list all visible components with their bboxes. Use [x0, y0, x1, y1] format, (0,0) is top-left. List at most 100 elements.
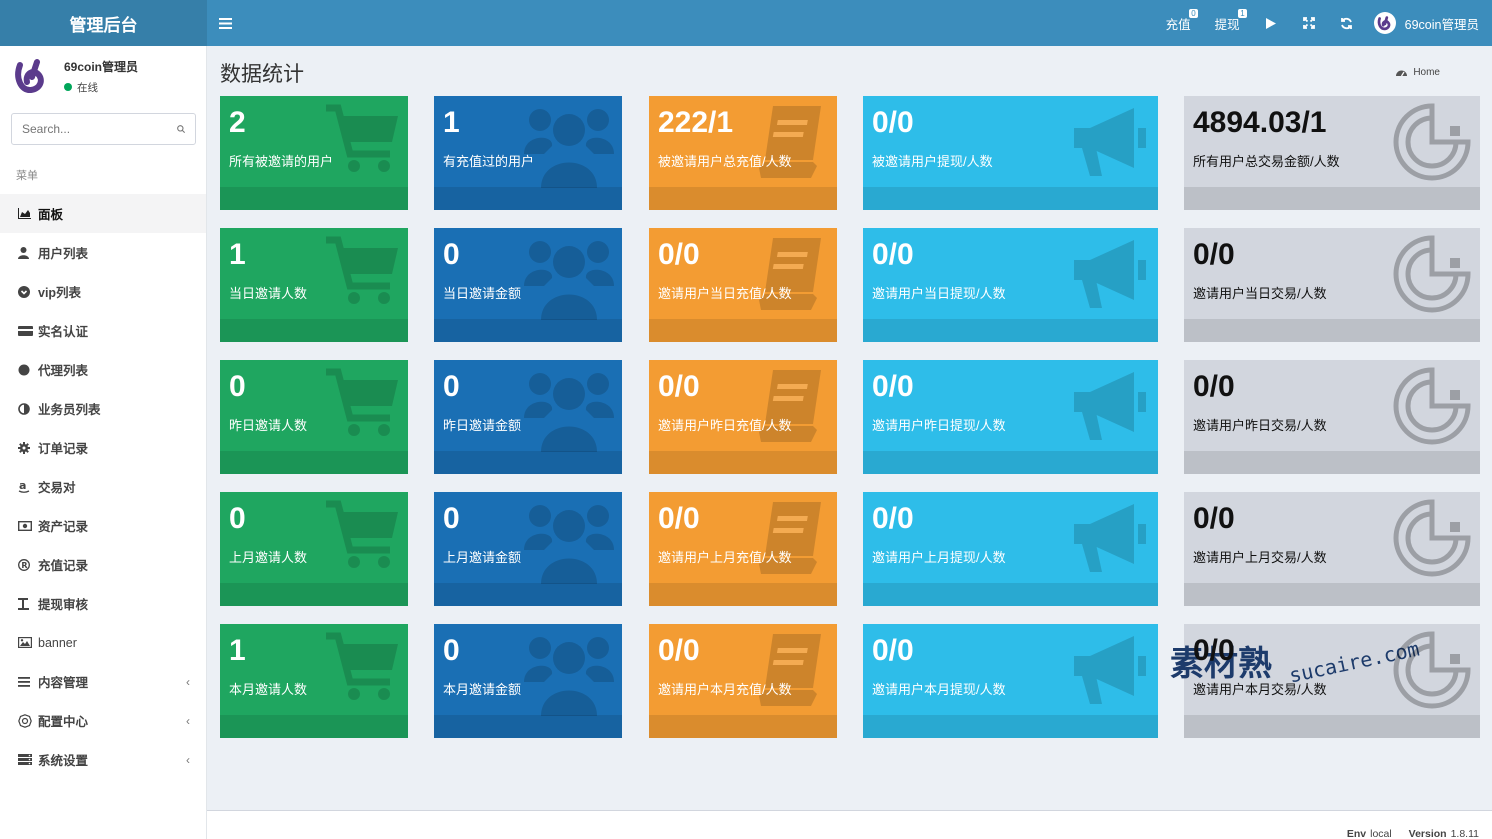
- users-icon: [524, 630, 614, 721]
- shopping-cart-icon: [324, 366, 400, 447]
- stat-box-footer[interactable]: [649, 451, 837, 474]
- stat-label: 邀请用户本月提现/人数: [872, 682, 1006, 697]
- shopping-cart-icon: [324, 498, 400, 579]
- stat-box: 4894.03/1 所有用户总交易金额/人数: [1184, 96, 1480, 210]
- stat-value: 0/0: [658, 634, 700, 667]
- stat-box-footer[interactable]: [1184, 319, 1480, 342]
- stat-box-footer[interactable]: [1184, 451, 1480, 474]
- stat-box: 1 当日邀请人数: [220, 228, 408, 342]
- cog-icon: [18, 713, 38, 728]
- sidebar-item-dashboard[interactable]: 面板: [0, 194, 206, 233]
- stat-box-footer[interactable]: [863, 187, 1158, 210]
- pacman-icon: [1392, 234, 1472, 319]
- stat-box-footer[interactable]: [863, 451, 1158, 474]
- sidebar-item-assets[interactable]: 资产记录: [0, 506, 206, 545]
- stat-value: 0/0: [872, 634, 914, 667]
- sidebar-toggle-button[interactable]: [207, 0, 243, 46]
- registered-icon: R: [18, 558, 38, 571]
- stat-box-footer[interactable]: [863, 319, 1158, 342]
- stat-value: 0/0: [872, 370, 914, 403]
- stat-label: 被邀请用户总充值/人数: [658, 154, 792, 169]
- sidebar-item-label: 代理列表: [38, 364, 89, 378]
- user-menu[interactable]: 69coin管理员: [1366, 0, 1492, 46]
- users-icon: [524, 366, 614, 457]
- stat-box-footer[interactable]: [220, 715, 408, 738]
- stat-label: 当日邀请人数: [229, 286, 308, 301]
- page-title: 数据统计: [220, 63, 304, 86]
- sidebar-item-verification[interactable]: 实名认证: [0, 311, 206, 350]
- stat-box: 0/0 邀请用户本月交易/人数: [1184, 624, 1480, 738]
- sidebar-item-recharges[interactable]: R 充值记录: [0, 545, 206, 584]
- stat-box: 2 所有被邀请的用户: [220, 96, 408, 210]
- stat-box-footer[interactable]: [863, 715, 1158, 738]
- sidebar-item-banner[interactable]: banner: [0, 623, 206, 662]
- half-circle-icon: [18, 402, 38, 415]
- stat-box-footer[interactable]: [1184, 583, 1480, 606]
- breadcrumb[interactable]: Home: [1396, 67, 1440, 78]
- sidebar-item-label: 资产记录: [38, 520, 89, 534]
- search-input[interactable]: [22, 122, 177, 136]
- env-value: local: [1370, 828, 1392, 839]
- book-icon: [755, 366, 829, 451]
- pacman-icon: [1392, 498, 1472, 583]
- stat-box-footer[interactable]: [220, 451, 408, 474]
- withdraw-link[interactable]: 提现 1: [1203, 0, 1252, 46]
- recharge-link[interactable]: 充值 0: [1154, 0, 1203, 46]
- sidebar-item-label: 面板: [38, 208, 64, 222]
- sidebar-item-users[interactable]: 用户列表: [0, 233, 206, 272]
- sidebar-item-label: 实名认证: [38, 325, 89, 339]
- stat-box-footer[interactable]: [649, 583, 837, 606]
- stat-box: 0 本月邀请金额: [434, 624, 622, 738]
- expand-icon: [1302, 17, 1315, 29]
- withdraw-label: 提现: [1214, 17, 1240, 32]
- stat-label: 邀请用户上月提现/人数: [872, 550, 1006, 565]
- stat-value: 0/0: [1193, 370, 1235, 403]
- stat-box-footer[interactable]: [649, 319, 837, 342]
- stat-box: 0 上月邀请金额: [434, 492, 622, 606]
- stat-box: 1 本月邀请人数: [220, 624, 408, 738]
- stat-box-footer[interactable]: [1184, 715, 1480, 738]
- stat-label: 邀请用户昨日提现/人数: [872, 418, 1006, 433]
- stat-box-footer[interactable]: [220, 583, 408, 606]
- stat-box-footer[interactable]: [649, 715, 837, 738]
- stat-label: 被邀请用户提现/人数: [872, 154, 993, 169]
- brand-logo[interactable]: 管理后台: [0, 0, 207, 46]
- users-icon: [524, 234, 614, 325]
- sidebar-item-config[interactable]: 配置中心 ‹: [0, 701, 206, 740]
- stat-box-footer[interactable]: [649, 187, 837, 210]
- breadcrumb-home[interactable]: Home: [1413, 67, 1440, 78]
- sidebar-item-content[interactable]: 内容管理 ‹: [0, 662, 206, 701]
- stat-box-footer[interactable]: [863, 583, 1158, 606]
- stat-label: 昨日邀请金额: [443, 418, 522, 433]
- sidebar-item-orders[interactable]: 订单记录: [0, 428, 206, 467]
- svg-text:a: a: [19, 480, 26, 492]
- sidebar-item-agents[interactable]: 代理列表: [0, 350, 206, 389]
- refresh-button[interactable]: [1328, 0, 1366, 46]
- shopping-cart-icon: [324, 102, 400, 183]
- stat-box-footer[interactable]: [1184, 187, 1480, 210]
- book-icon: [755, 498, 829, 583]
- stat-value: 0: [229, 502, 246, 535]
- version-value: 1.8.11: [1450, 828, 1479, 839]
- stat-label: 邀请用户本月交易/人数: [1193, 682, 1327, 697]
- stat-box: 1 有充值过的用户: [434, 96, 622, 210]
- chevron-left-icon: ‹: [186, 674, 190, 689]
- stat-box-footer[interactable]: [220, 319, 408, 342]
- sidebar-item-system[interactable]: 系统设置 ‹: [0, 740, 206, 779]
- stat-label: 所有被邀请的用户: [229, 154, 334, 169]
- search-icon[interactable]: [177, 123, 185, 135]
- fullscreen-button[interactable]: [1290, 0, 1328, 46]
- stat-box: 0/0 邀请用户上月提现/人数: [863, 492, 1158, 606]
- sidebar-item-salesmen[interactable]: 业务员列表: [0, 389, 206, 428]
- stat-label: 邀请用户昨日充值/人数: [658, 418, 792, 433]
- sidebar-item-withdraw-review[interactable]: 提现审核: [0, 584, 206, 623]
- play-button[interactable]: [1252, 0, 1290, 46]
- stat-label: 上月邀请人数: [229, 550, 308, 565]
- stat-value: 0/0: [1193, 502, 1235, 535]
- footer: Env local Version 1.8.11: [207, 810, 1492, 839]
- sidebar-item-label: banner: [38, 635, 77, 650]
- sidebar-item-trading-pairs[interactable]: a 交易对: [0, 467, 206, 506]
- sidebar-item-vip[interactable]: vip列表: [0, 272, 206, 311]
- stat-box-footer[interactable]: [220, 187, 408, 210]
- svg-text:R: R: [21, 561, 27, 570]
